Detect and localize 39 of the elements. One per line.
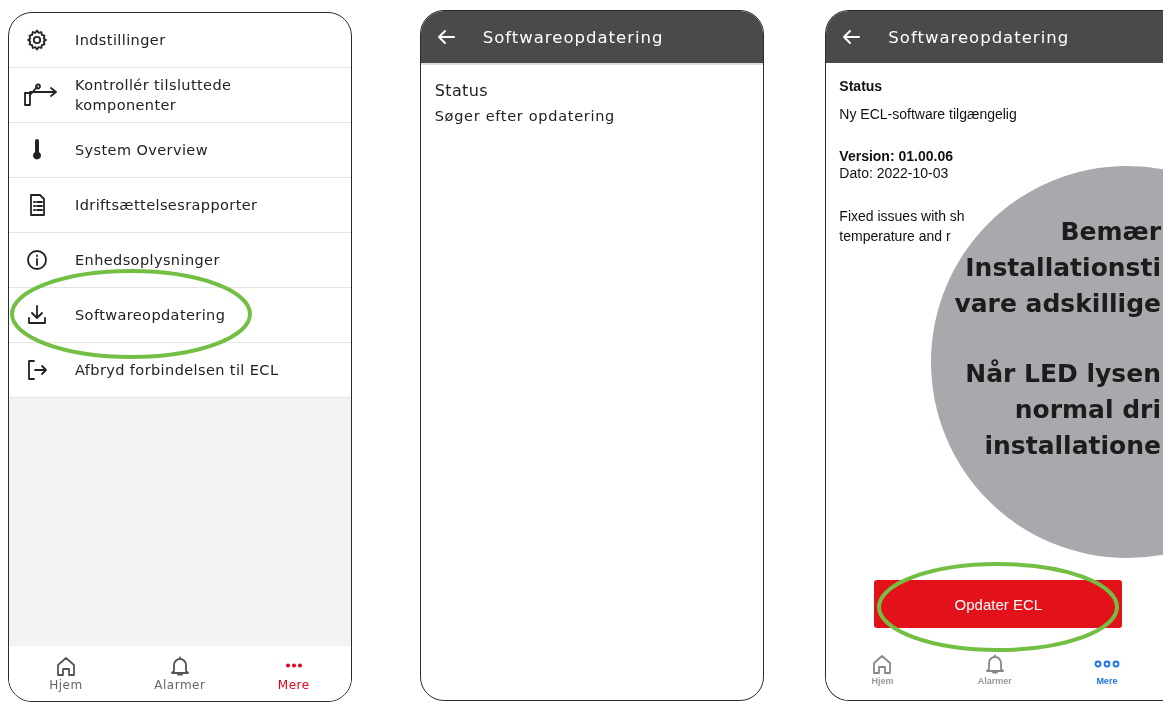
bell-icon	[168, 655, 191, 676]
menu-item[interactable]: Idriftsættelsesrapporter	[9, 178, 351, 233]
overlay-text: normal dri	[1013, 394, 1161, 426]
header-title: Softwareopdatering	[888, 27, 1070, 47]
status-heading: Status	[839, 78, 884, 94]
overlay-text: Når LED lysen	[964, 358, 1161, 390]
menu-item[interactable]: Enhedsoplysninger	[9, 233, 351, 288]
gear-icon	[25, 28, 49, 52]
release-notes-text: Fixed issues with sh	[839, 207, 965, 226]
update-button[interactable]: Opdater ECL	[874, 580, 1123, 628]
status-text: Ny ECL-software tilgængelig	[839, 106, 1018, 122]
status-heading: Status	[434, 81, 490, 100]
home-icon	[54, 655, 77, 676]
menu-item[interactable]: Softwareopdatering	[9, 288, 351, 343]
overlay-text: Installationsti	[964, 252, 1161, 284]
back-button[interactable]	[840, 27, 863, 47]
release-notes-text: temperature and r	[839, 227, 951, 246]
header-title: Softwareopdatering	[482, 27, 664, 47]
menu-item[interactable]: Indstillinger	[9, 13, 351, 68]
tab-bar-item[interactable]: Alarmer	[139, 655, 220, 692]
tab-bar-item[interactable]: Mere	[1066, 654, 1147, 686]
status-text: Søger efter opdatering	[434, 108, 616, 124]
overlay-text: installatione	[983, 430, 1161, 462]
menu-item[interactable]: System Overview	[9, 123, 351, 178]
more-dots-icon	[285, 662, 302, 668]
back-arrow-icon	[436, 29, 455, 45]
menu-item[interactable]: Kontrollér tilsluttede komponenter	[9, 68, 351, 123]
tab-bar-item[interactable]: Hjem	[25, 655, 106, 692]
overlay-text: vare adskillige	[954, 288, 1161, 320]
home-icon	[871, 654, 894, 674]
info-icon	[25, 248, 49, 272]
logout-icon	[25, 358, 49, 382]
version-text: Version: 01.00.06	[839, 148, 954, 165]
tab-bar-item[interactable]: Mere	[253, 655, 334, 692]
back-arrow-icon	[842, 29, 861, 45]
date-text: Dato: 2022-10-03	[839, 165, 950, 182]
download-icon	[25, 303, 49, 327]
connector-icon	[23, 83, 57, 107]
bell-icon	[983, 654, 1006, 674]
